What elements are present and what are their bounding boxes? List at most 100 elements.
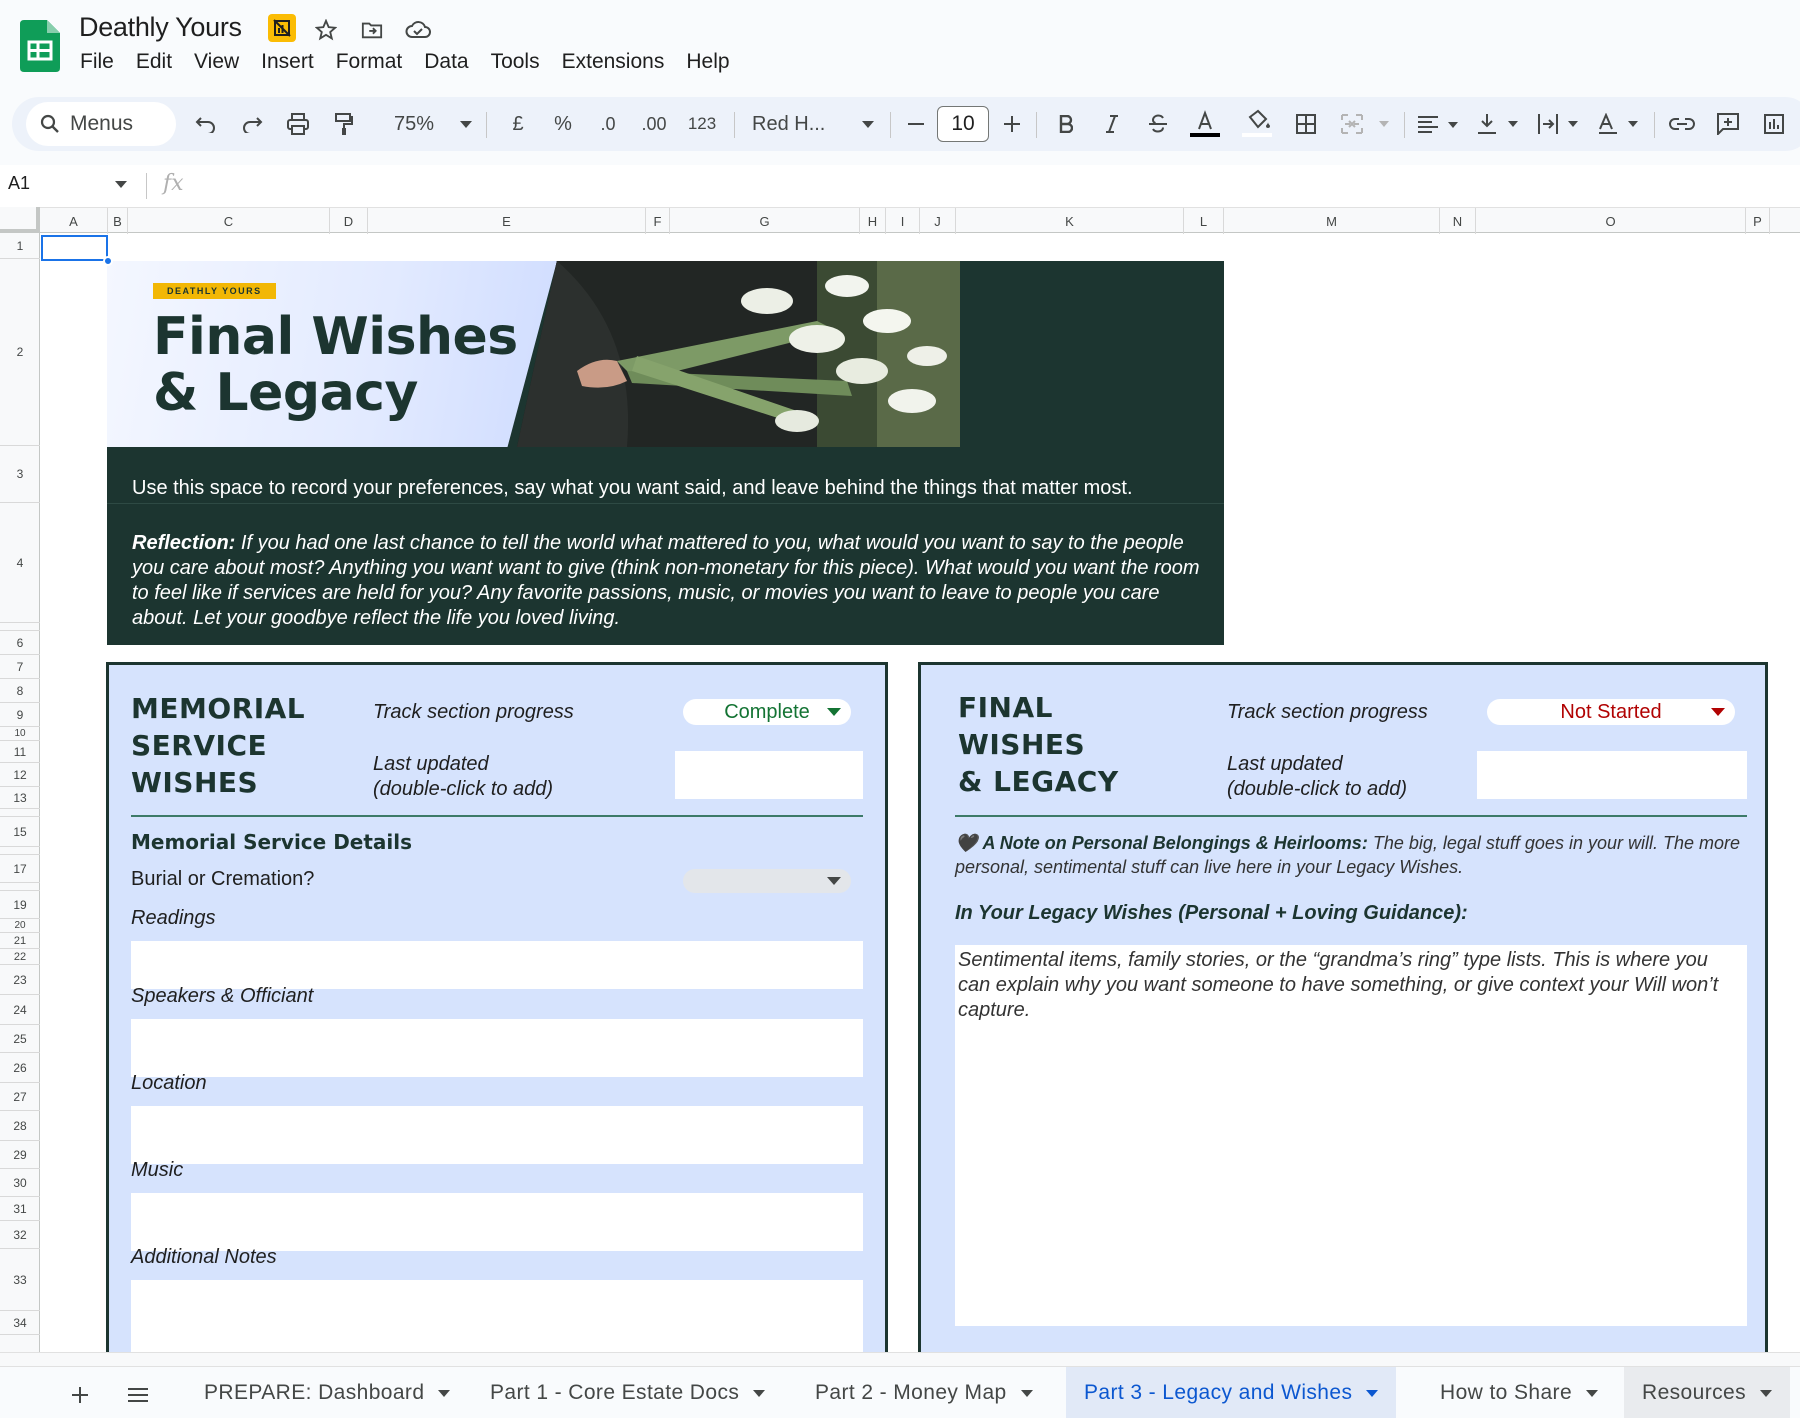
row-header[interactable]: 32 [0, 1221, 40, 1249]
menu-format[interactable]: Format [336, 50, 403, 74]
insert-link-icon[interactable] [1664, 97, 1700, 151]
move-folder-icon[interactable] [356, 14, 388, 46]
row-header[interactable]: 8 [0, 679, 40, 703]
column-header[interactable]: C [128, 208, 330, 234]
row-header[interactable]: 15 [0, 817, 40, 847]
row-header[interactable]: 11 [0, 741, 40, 763]
row-header[interactable]: 2 [0, 259, 40, 446]
name-box[interactable]: A1 [8, 173, 30, 194]
zoom-caret-icon[interactable] [452, 97, 480, 151]
row-header[interactable]: 30 [0, 1169, 40, 1197]
row-header[interactable]: 27 [0, 1083, 40, 1111]
column-header[interactable]: F [646, 208, 670, 234]
horizontal-scrollbar[interactable] [0, 1352, 1800, 1366]
row-header[interactable]: 9 [0, 703, 40, 727]
burial-dropdown[interactable] [683, 869, 851, 893]
insert-comment-icon[interactable] [1710, 97, 1746, 151]
row-header[interactable]: 21 [0, 933, 40, 949]
number-format-button[interactable]: 123 [680, 97, 724, 151]
row-header[interactable]: 26 [0, 1053, 40, 1083]
row-header[interactable]: 17 [0, 855, 40, 883]
selected-cell[interactable] [41, 235, 108, 261]
font-caret-icon[interactable] [854, 97, 882, 151]
menu-view[interactable]: View [194, 50, 239, 74]
progress-status-dropdown[interactable]: Not Started [1487, 699, 1735, 725]
row-header[interactable]: 29 [0, 1141, 40, 1169]
progress-status-dropdown[interactable]: Complete [683, 699, 851, 725]
sheets-logo-icon[interactable] [20, 20, 60, 72]
undo-icon[interactable] [188, 97, 224, 151]
column-header[interactable]: A [40, 208, 108, 234]
row-header[interactable]: 34 [0, 1311, 40, 1335]
column-header[interactable]: O [1476, 208, 1746, 234]
star-icon[interactable] [310, 14, 342, 46]
insert-chart-icon[interactable] [1756, 97, 1792, 151]
borders-icon[interactable] [1288, 97, 1324, 151]
music-field[interactable] [131, 1193, 863, 1251]
column-header[interactable]: P [1746, 208, 1770, 234]
column-header[interactable]: I [886, 208, 920, 234]
row-header[interactable]: 22 [0, 949, 40, 965]
paint-format-icon[interactable] [326, 97, 362, 151]
legacy-wishes-field[interactable]: Sentimental items, family stories, or th… [955, 945, 1747, 1326]
italic-icon[interactable] [1094, 97, 1130, 151]
menus-search[interactable]: Menus [26, 102, 176, 146]
column-header[interactable]: L [1184, 208, 1224, 234]
sheet-tab-how-to-share[interactable]: How to Share [1422, 1367, 1616, 1418]
sheet-tab-part3[interactable]: Part 3 - Legacy and Wishes [1066, 1367, 1397, 1418]
chevron-down-icon[interactable] [753, 1389, 766, 1397]
no-chart-icon[interactable] [268, 14, 296, 42]
column-header[interactable]: M [1224, 208, 1440, 234]
row-header[interactable]: 31 [0, 1197, 40, 1221]
bold-icon[interactable] [1048, 97, 1084, 151]
menu-extensions[interactable]: Extensions [562, 50, 665, 74]
vertical-align-icon[interactable] [1474, 97, 1526, 151]
row-header[interactable]: 16 [0, 847, 40, 855]
row-header[interactable]: 23 [0, 965, 40, 995]
column-header[interactable]: J [920, 208, 956, 234]
chevron-down-icon[interactable] [1366, 1389, 1379, 1397]
merge-cells-icon[interactable] [1334, 97, 1370, 151]
strikethrough-icon[interactable] [1140, 97, 1176, 151]
row-header[interactable]: 20 [0, 919, 40, 933]
menu-help[interactable]: Help [686, 50, 729, 74]
row-header[interactable]: 6 [0, 631, 40, 655]
additional-notes-field[interactable] [131, 1280, 863, 1352]
menu-edit[interactable]: Edit [136, 50, 172, 74]
row-header[interactable]: 18 [0, 883, 40, 891]
column-header[interactable]: E [368, 208, 646, 234]
text-color-icon[interactable] [1186, 97, 1224, 151]
fill-color-icon[interactable] [1238, 97, 1276, 151]
sheet-tab-resources[interactable]: Resources [1624, 1367, 1790, 1418]
select-all-corner[interactable] [0, 207, 40, 233]
speakers-field[interactable] [131, 1019, 863, 1077]
readings-field[interactable] [131, 941, 863, 989]
row-header[interactable]: 7 [0, 655, 40, 679]
column-header[interactable]: G [670, 208, 860, 234]
menu-insert[interactable]: Insert [261, 50, 314, 74]
row-header[interactable]: 10 [0, 727, 40, 741]
decrease-decimal-button[interactable]: .0 [590, 97, 626, 151]
row-header[interactable]: 13 [0, 787, 40, 809]
column-header[interactable]: H [860, 208, 886, 234]
font-select[interactable]: Red H... [752, 97, 852, 151]
sheet-tab-part2[interactable]: Part 2 - Money Map [797, 1367, 1051, 1418]
menu-tools[interactable]: Tools [491, 50, 540, 74]
decrease-font-size-icon[interactable] [900, 97, 932, 151]
spreadsheet-grid[interactable]: A B C D E F G H I J K L M N O P 1 2 3 4 … [0, 207, 1800, 1352]
row-header[interactable]: 1 [0, 233, 40, 259]
horizontal-align-icon[interactable] [1414, 97, 1466, 151]
sheet-tab-dashboard[interactable]: PREPARE: Dashboard [186, 1367, 468, 1418]
row-header[interactable]: 24 [0, 995, 40, 1025]
last-updated-field[interactable] [675, 751, 863, 799]
font-size-input[interactable]: 10 [937, 106, 989, 142]
row-header[interactable]: 12 [0, 763, 40, 787]
row-header[interactable]: 33 [0, 1249, 40, 1311]
row-header[interactable]: 28 [0, 1111, 40, 1141]
add-sheet-icon[interactable] [62, 1377, 98, 1413]
sheet-tab-part1[interactable]: Part 1 - Core Estate Docs [472, 1367, 783, 1418]
row-header[interactable]: 25 [0, 1025, 40, 1053]
column-header[interactable]: K [956, 208, 1184, 234]
menu-data[interactable]: Data [424, 50, 468, 74]
text-rotation-icon[interactable] [1594, 97, 1646, 151]
